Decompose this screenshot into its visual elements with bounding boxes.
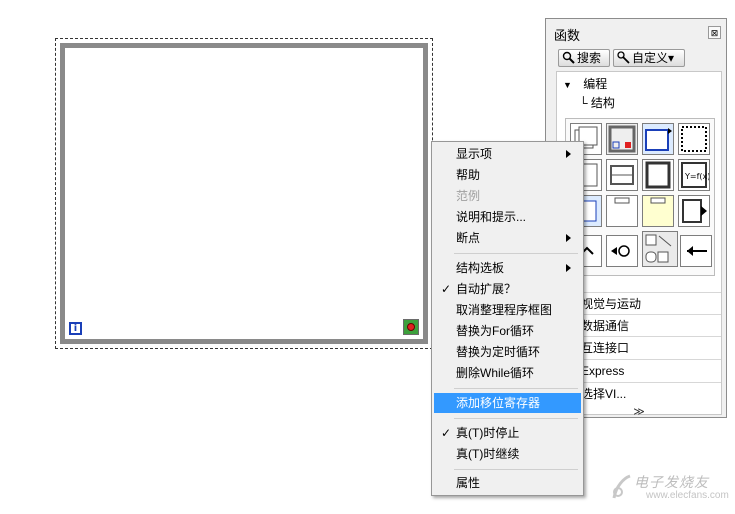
menu-item-stop-if-true[interactable]: ✓ 真(T)时停止 — [434, 423, 581, 443]
menu-item-auto-grow[interactable]: ✓ 自动扩展？ — [434, 279, 581, 299]
tree-child-label: 结构 — [590, 96, 615, 110]
collapse-icon: ▼ — [563, 80, 572, 90]
tree-branch-icon: └ — [579, 96, 588, 110]
watermark-logo-icon — [610, 472, 632, 505]
menu-item-label: 真(T)时停止 — [456, 426, 520, 440]
structures-subpalette-icon[interactable] — [642, 231, 678, 267]
menu-item-undo-cleanup[interactable]: 取消整理程序框图 — [434, 300, 581, 320]
check-icon: ✓ — [441, 426, 452, 440]
conditional-disable-icon[interactable] — [642, 195, 674, 227]
menu-separator — [454, 388, 578, 389]
for-loop-icon[interactable] — [642, 123, 674, 155]
watermark-url: www.elecfans.com — [646, 490, 729, 501]
search-button[interactable]: 搜索 — [558, 49, 610, 67]
menu-item-remove-while-loop[interactable]: 删除While循环 — [434, 363, 581, 383]
menu-separator — [454, 418, 578, 419]
watermark: 电子发烧友 www.elecfans.com — [610, 470, 730, 510]
menu-item-label: 显示项 — [456, 147, 493, 161]
customize-label: 自定义▾ — [632, 51, 675, 65]
in-place-element-icon[interactable] — [678, 195, 710, 227]
event-structure-icon[interactable] — [678, 123, 710, 155]
global-variable-icon[interactable] — [606, 235, 638, 267]
menu-separator — [454, 469, 578, 470]
while-loop[interactable]: i — [60, 43, 428, 344]
diagram-disable-icon[interactable] — [606, 195, 638, 227]
menu-separator — [454, 253, 578, 254]
tree-root-programming[interactable]: ▼ 编程 — [563, 75, 607, 92]
submenu-arrow-icon — [566, 234, 571, 242]
context-menu: 显示项 帮助 范例 说明和提示... 断点 结构选板 ✓ 自动扩展？ 取消整理程… — [431, 141, 584, 496]
check-icon: ✓ — [441, 282, 452, 296]
submenu-arrow-icon — [566, 150, 571, 158]
svg-text:Y=f(x): Y=f(x) — [684, 172, 709, 181]
palette-title: 函数 — [554, 28, 581, 43]
menu-item-properties[interactable]: 属性 — [434, 473, 581, 493]
menu-item-label: 自动扩展？ — [456, 282, 517, 296]
menu-item-replace-with-for-loop[interactable]: 替换为For循环 — [434, 321, 581, 341]
menu-item-visible-items[interactable]: 显示项 — [434, 144, 581, 164]
timed-loop-icon[interactable] — [642, 159, 674, 191]
customize-button[interactable]: 自定义▾ — [613, 49, 685, 67]
menu-item-replace-with-timed-loop[interactable]: 替换为定时循环 — [434, 342, 581, 362]
search-label: 搜索 — [577, 51, 602, 65]
close-icon[interactable]: ⊠ — [708, 26, 721, 39]
menu-item-label: 断点 — [456, 231, 481, 245]
local-variable-icon[interactable] — [680, 235, 712, 267]
submenu-arrow-icon — [566, 264, 571, 272]
menu-item-help[interactable]: 帮助 — [434, 165, 581, 185]
watermark-text: 电子发烧友 — [634, 474, 709, 490]
flat-sequence-icon[interactable] — [606, 159, 638, 191]
formula-node-icon[interactable]: Y=f(x) — [678, 159, 710, 191]
menu-item-breakpoint[interactable]: 断点 — [434, 228, 581, 248]
structures-icon-grid: Y=f(x) — [565, 118, 715, 276]
menu-item-continue-if-true[interactable]: 真(T)时继续 — [434, 444, 581, 464]
while-loop-icon[interactable] — [606, 123, 638, 155]
menu-item-structures-palette[interactable]: 结构选板 — [434, 258, 581, 278]
iteration-terminal[interactable]: i — [69, 322, 82, 335]
wrench-icon — [617, 51, 630, 68]
menu-item-description-and-tip[interactable]: 说明和提示... — [434, 207, 581, 227]
menu-item-add-shift-register[interactable]: 添加移位寄存器 — [434, 393, 581, 413]
menu-item-label: 结构选板 — [456, 261, 505, 275]
search-icon — [562, 51, 575, 68]
loop-condition-terminal[interactable] — [403, 319, 419, 335]
menu-item-examples: 范例 — [456, 189, 481, 203]
tree-root-label: 编程 — [583, 77, 608, 91]
tree-child-structures[interactable]: └ 结构 — [579, 94, 615, 111]
